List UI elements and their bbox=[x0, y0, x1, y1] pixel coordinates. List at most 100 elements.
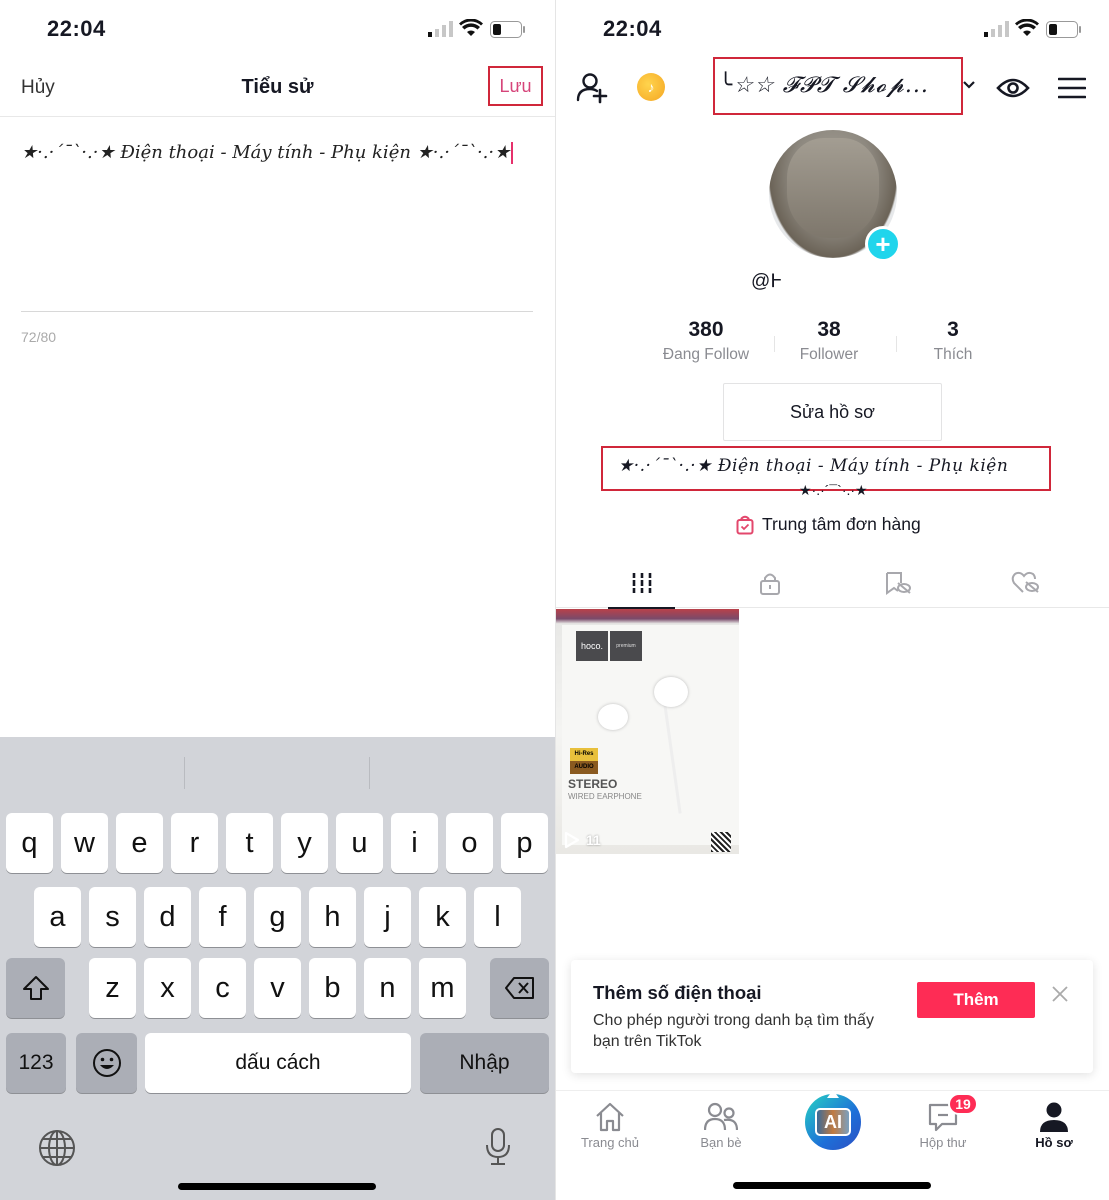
key-a[interactable]: a bbox=[34, 887, 81, 947]
add-phone-banner: Thêm số điện thoại Cho phép người trong … bbox=[571, 960, 1093, 1073]
coins-icon[interactable]: ♪ bbox=[637, 73, 665, 101]
key-g[interactable]: g bbox=[254, 887, 301, 947]
status-bar: 22:04 bbox=[0, 0, 555, 60]
key-k[interactable]: k bbox=[419, 887, 466, 947]
key-s[interactable]: s bbox=[89, 887, 136, 947]
status-time: 22:04 bbox=[47, 16, 106, 41]
key-z[interactable]: z bbox=[89, 958, 136, 1018]
qr-code bbox=[711, 832, 731, 852]
key-c[interactable]: c bbox=[199, 958, 246, 1018]
key-u[interactable]: u bbox=[336, 813, 383, 873]
key-y[interactable]: y bbox=[281, 813, 328, 873]
key-q[interactable]: q bbox=[6, 813, 53, 873]
key-t[interactable]: t bbox=[226, 813, 273, 873]
key-l[interactable]: l bbox=[474, 887, 521, 947]
stat-following[interactable]: 380 Đang Follow bbox=[646, 318, 766, 364]
backspace-key[interactable] bbox=[490, 958, 549, 1018]
shift-icon bbox=[22, 976, 49, 1000]
order-center-label: Trung tâm đơn hàng bbox=[762, 514, 921, 534]
add-avatar-icon[interactable]: + bbox=[865, 226, 901, 262]
menu-icon[interactable] bbox=[1058, 76, 1086, 100]
key-x[interactable]: x bbox=[144, 958, 191, 1018]
key-e[interactable]: e bbox=[116, 813, 163, 873]
inbox-badge: 19 bbox=[948, 1093, 978, 1115]
nav-label: Trang chủ bbox=[580, 1135, 640, 1150]
stat-value: 380 bbox=[688, 318, 724, 341]
play-count-value: 11 bbox=[586, 832, 601, 848]
wifi-icon bbox=[1015, 19, 1039, 36]
space-key[interactable]: dấu cách bbox=[145, 1033, 411, 1093]
key-i[interactable]: i bbox=[391, 813, 438, 873]
stat-followers[interactable]: 38 Follower bbox=[769, 318, 889, 364]
stat-value: 3 bbox=[947, 318, 959, 341]
cellular-signal-icon bbox=[984, 21, 1009, 37]
nav-label: Hồ sơ bbox=[1035, 1135, 1073, 1150]
play-icon bbox=[564, 831, 580, 849]
edit-profile-button[interactable]: Sửa hồ sơ bbox=[723, 383, 942, 441]
saved-hidden-icon bbox=[885, 572, 911, 595]
editor-divider bbox=[21, 311, 533, 312]
nav-profile[interactable]: Hồ sơ bbox=[1004, 1099, 1104, 1150]
add-friend-icon[interactable] bbox=[576, 72, 610, 104]
key-w[interactable]: w bbox=[61, 813, 108, 873]
tab-private[interactable] bbox=[711, 558, 828, 608]
wifi-icon bbox=[459, 19, 483, 36]
profile-views-icon[interactable] bbox=[996, 74, 1030, 102]
bio-text: ★·.·´¯`·.·★ Điện thoại - Máy tính - Phụ … bbox=[21, 142, 511, 163]
create-ai-icon: AI bbox=[815, 1108, 851, 1136]
nav-create-ai[interactable]: AI bbox=[805, 1090, 861, 1150]
globe-icon[interactable] bbox=[38, 1129, 76, 1167]
key-r[interactable]: r bbox=[171, 813, 218, 873]
order-center-link[interactable]: Trung tâm đơn hàng bbox=[736, 514, 921, 535]
friends-icon bbox=[704, 1102, 738, 1131]
key-v[interactable]: v bbox=[254, 958, 301, 1018]
lock-icon bbox=[759, 573, 780, 595]
stat-value: 38 bbox=[817, 318, 841, 341]
add-phone-button[interactable]: Thêm bbox=[917, 982, 1035, 1018]
emoji-icon bbox=[92, 1049, 121, 1077]
shift-key[interactable] bbox=[6, 958, 65, 1018]
chevron-down-icon[interactable] bbox=[962, 80, 976, 90]
numbers-key[interactable]: 123 bbox=[6, 1033, 66, 1093]
profile-screen: 22:04 ♪ ╰☆☆ 𝓕𝓟𝓣 𝓢𝓱𝓸𝓹... + @Ͱ 380 Đang Fo… bbox=[555, 0, 1109, 1200]
bio-textarea[interactable]: ★·.·´¯`·.·★ Điện thoại - Máy tính - Phụ … bbox=[21, 140, 531, 165]
nav-home[interactable]: Trang chủ bbox=[560, 1099, 660, 1150]
key-o[interactable]: o bbox=[446, 813, 493, 873]
video-product-title: STEREO bbox=[568, 777, 618, 791]
tab-videos[interactable] bbox=[583, 558, 700, 609]
nav-inbox[interactable]: Hộp thư bbox=[893, 1099, 993, 1150]
hires-badge: Hi-Res AUDIO bbox=[570, 748, 598, 774]
nav-label: Bạn bè bbox=[700, 1135, 742, 1150]
username-switcher[interactable]: ╰☆☆ 𝓕𝓟𝓣 𝓢𝓱𝓸𝓹... bbox=[719, 73, 929, 98]
emoji-key[interactable] bbox=[76, 1033, 137, 1093]
save-button[interactable]: Lưu bbox=[488, 66, 543, 106]
key-b[interactable]: b bbox=[309, 958, 356, 1018]
key-j[interactable]: j bbox=[364, 887, 411, 947]
bio-edit-screen: 22:04 Hủy Tiểu sử Lưu ★·.·´¯`·.·★ Điện t… bbox=[0, 0, 555, 1200]
return-key[interactable]: Nhập bbox=[420, 1033, 549, 1093]
page-title: Tiểu sử bbox=[241, 76, 314, 98]
video-thumbnail[interactable]: hoco. premium Hi-Res AUDIO STEREO WIRED … bbox=[556, 609, 739, 854]
key-f[interactable]: f bbox=[199, 887, 246, 947]
tab-liked[interactable] bbox=[967, 558, 1084, 608]
microphone-icon[interactable] bbox=[483, 1127, 513, 1167]
tab-saved[interactable] bbox=[839, 558, 956, 608]
profile-bio: ★·.·´¯`·.·★ Điện thoại - Máy tính - Phụ … bbox=[618, 456, 1009, 476]
battery-icon bbox=[490, 21, 525, 38]
liked-hidden-icon bbox=[1011, 571, 1039, 593]
close-icon[interactable] bbox=[1052, 986, 1068, 1002]
status-bar: 22:04 bbox=[556, 0, 1109, 60]
key-p[interactable]: p bbox=[501, 813, 548, 873]
text-cursor bbox=[511, 142, 514, 164]
key-n[interactable]: n bbox=[364, 958, 411, 1018]
video-brand-label: hoco. bbox=[576, 631, 608, 661]
nav-friends[interactable]: Bạn bè bbox=[671, 1099, 771, 1150]
stat-likes[interactable]: 3 Thích bbox=[893, 318, 1013, 364]
key-m[interactable]: m bbox=[419, 958, 466, 1018]
key-d[interactable]: d bbox=[144, 887, 191, 947]
home-indicator bbox=[733, 1182, 931, 1189]
stat-label: Thích bbox=[933, 346, 973, 363]
key-h[interactable]: h bbox=[309, 887, 356, 947]
status-time: 22:04 bbox=[603, 16, 662, 41]
banner-description: Cho phép người trong danh bạ tìm thấy bạ… bbox=[593, 1012, 874, 1050]
